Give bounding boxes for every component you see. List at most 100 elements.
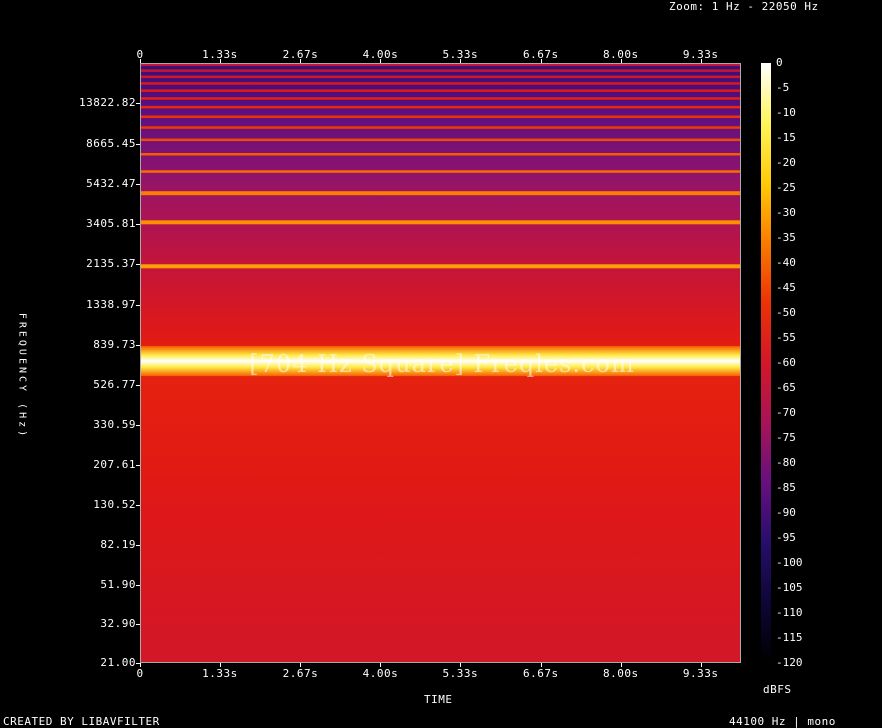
x-tick-label: 6.67s [523,667,559,680]
x-tick-mark [140,59,141,63]
x-tick-mark [140,663,141,667]
y-tick-label: 3405.81 [86,217,136,231]
colorbar-tick-label: -20 [776,156,796,169]
harmonic-line [141,153,740,156]
y-tick-mark [136,585,140,586]
x-axis-label: TIME [424,693,453,706]
y-tick-mark [136,425,140,426]
y-tick-label: 1338.97 [86,297,136,311]
harmonic-line [141,105,740,109]
y-tick-label: 51.90 [100,577,136,591]
x-tick-label: 9.33s [682,667,719,680]
x-tick-label: 0 [136,667,144,680]
x-tick-mark [701,663,702,667]
x-tick-mark [380,59,381,63]
y-axis-label: FREQUENCY (Hz) [16,312,28,440]
x-tick-mark [541,663,542,667]
x-tick-mark [460,59,461,63]
y-tick-mark [136,184,140,185]
x-tick-mark [621,59,622,63]
x-tick-mark [300,59,301,63]
colorbar-tick-label: -105 [776,581,803,594]
y-tick-label: 5432.47 [86,176,136,190]
colorbar-tick-label: -95 [776,531,796,544]
x-tick-label: 8.00s [602,667,639,680]
y-tick-mark [136,305,140,306]
x-tick-label: 2.67s [282,667,319,680]
y-tick-mark [136,624,140,625]
y-tick-mark [136,224,140,225]
y-tick-mark [136,465,140,466]
y-tick-mark [136,663,140,664]
footer-credit: CREATED BY LIBAVFILTER [3,715,160,728]
y-tick-label: 8665.45 [86,136,136,150]
x-tick-mark [300,663,301,667]
colorbar-tick-label: -10 [776,106,796,119]
harmonic-line [141,69,740,72]
harmonic-line [141,82,740,85]
colorbar-tick-label: -45 [776,281,796,294]
x-tick-mark [380,663,381,667]
y-tick-label: 130.52 [93,498,136,512]
x-tick-mark [220,663,221,667]
harmonic-line [141,89,740,92]
zoom-label: Zoom: 1 Hz - 22050 Hz [669,0,819,13]
y-tick-label: 32.90 [100,617,136,631]
colorbar-tick-label: 0 [776,56,783,69]
colorbar-tick-label: -85 [776,481,796,494]
y-tick-label: 839.73 [93,337,136,351]
y-tick-label: 2135.37 [86,257,136,271]
y-tick-label: 13822.82 [79,96,136,110]
x-tick-label: 4.00s [362,667,399,680]
y-tick-label: 330.59 [93,418,136,432]
harmonic-line [141,126,740,129]
colorbar-tick-label: -115 [776,631,803,644]
colorbar-tick-label: -80 [776,456,796,469]
colorbar-label: dBFS [763,683,792,696]
x-tick-mark [621,663,622,667]
harmonic-line [141,97,740,100]
colorbar-tick-label: -70 [776,406,796,419]
x-tick-label: 1.33s [202,667,238,680]
x-tick-mark [460,663,461,667]
x-tick-mark [541,59,542,63]
harmonic-line [141,191,740,196]
colorbar [761,63,771,663]
colorbar-tick-label: -25 [776,181,796,194]
colorbar-tick-label: -35 [776,231,796,244]
harmonic-line [141,115,740,118]
y-tick-mark [136,385,140,386]
colorbar-tick-label: -60 [776,356,796,369]
colorbar-tick-label: -120 [776,656,803,669]
colorbar-tick-label: -110 [776,606,803,619]
harmonic-line [141,64,740,67]
harmonic-line [141,75,740,79]
colorbar-tick-label: -55 [776,331,796,344]
y-tick-mark [136,505,140,506]
footer-samplerate: 44100 Hz | mono [729,715,836,728]
x-tick-label: 5.33s [442,667,479,680]
x-tick-mark [701,59,702,63]
colorbar-tick-label: -15 [776,131,796,144]
harmonic-line [141,220,740,225]
colorbar-tick-label: -5 [776,81,790,94]
y-tick-mark [136,264,140,265]
colorbar-tick-label: -40 [776,256,796,269]
x-tick-mark [220,59,221,63]
watermark: [704 Hz Square] Freqles.com [249,350,635,378]
colorbar-tick-label: -65 [776,381,796,394]
colorbar-tick-label: -75 [776,431,796,444]
y-tick-mark [136,103,140,104]
colorbar-tick-label: -50 [776,306,796,319]
y-tick-mark [136,345,140,346]
harmonic-line [141,170,740,173]
colorbar-tick-label: -100 [776,556,803,569]
y-tick-label: 82.19 [100,538,136,552]
y-tick-mark [136,545,140,546]
colorbar-tick-label: -30 [776,206,796,219]
y-tick-mark [136,144,140,145]
harmonic-line [141,138,740,142]
y-tick-label: 526.77 [93,378,136,392]
harmonic-line [141,264,740,269]
y-tick-label: 207.61 [93,458,136,472]
